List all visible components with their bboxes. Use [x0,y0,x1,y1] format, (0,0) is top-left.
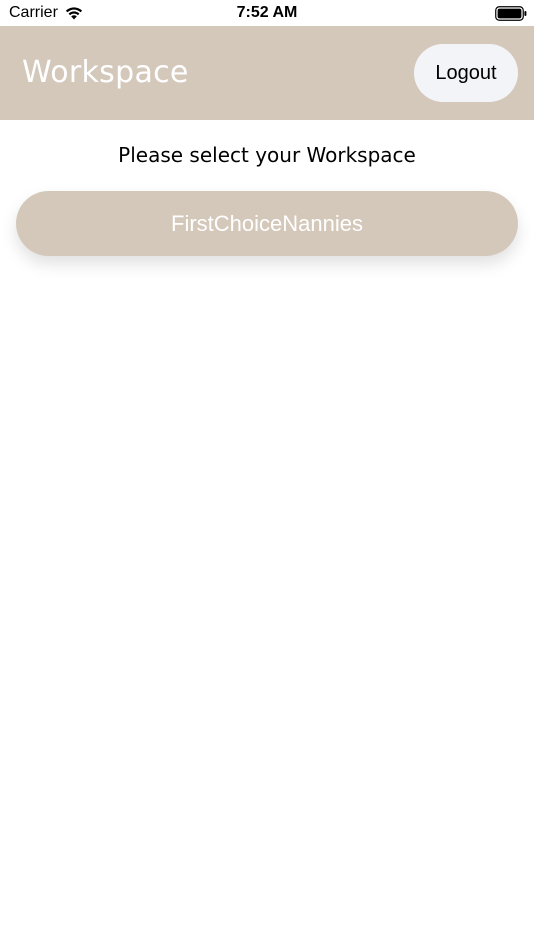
workspace-button-firstchoicenannies[interactable]: FirstChoiceNannies [16,191,518,256]
logout-button[interactable]: Logout [414,44,518,102]
battery-full-icon [495,6,527,21]
status-bar: Carrier 7:52 AM [0,0,534,26]
status-time: 7:52 AM [236,4,298,21]
workspace-screen: Carrier 7:52 AM Workspace Logout Please … [0,0,534,950]
select-workspace-prompt: Please select your Workspace [118,143,416,167]
page-title: Workspace [22,55,189,90]
app-header: Workspace Logout [0,26,534,120]
